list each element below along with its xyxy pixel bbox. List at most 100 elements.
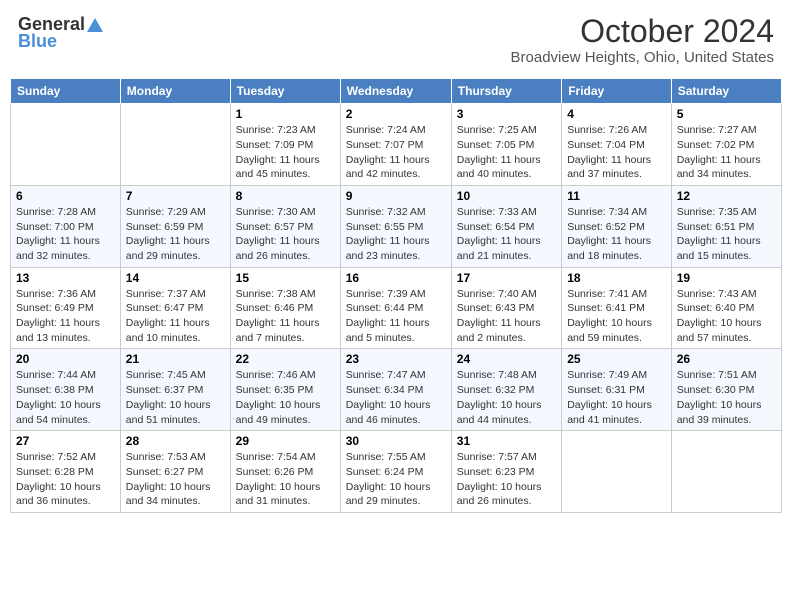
day-info: Sunrise: 7:25 AMSunset: 7:05 PMDaylight:… bbox=[457, 123, 556, 182]
col-saturday: Saturday bbox=[671, 79, 781, 104]
table-row bbox=[11, 104, 121, 186]
table-row: 12 Sunrise: 7:35 AMSunset: 6:51 PMDaylig… bbox=[671, 185, 781, 267]
day-info: Sunrise: 7:46 AMSunset: 6:35 PMDaylight:… bbox=[236, 368, 335, 427]
day-info: Sunrise: 7:48 AMSunset: 6:32 PMDaylight:… bbox=[457, 368, 556, 427]
table-row: 24 Sunrise: 7:48 AMSunset: 6:32 PMDaylig… bbox=[451, 349, 561, 431]
table-row: 7 Sunrise: 7:29 AMSunset: 6:59 PMDayligh… bbox=[120, 185, 230, 267]
day-number: 31 bbox=[457, 434, 556, 448]
day-info: Sunrise: 7:23 AMSunset: 7:09 PMDaylight:… bbox=[236, 123, 335, 182]
table-row: 19 Sunrise: 7:43 AMSunset: 6:40 PMDaylig… bbox=[671, 267, 781, 349]
table-row: 28 Sunrise: 7:53 AMSunset: 6:27 PMDaylig… bbox=[120, 431, 230, 513]
day-number: 1 bbox=[236, 107, 335, 121]
day-info: Sunrise: 7:34 AMSunset: 6:52 PMDaylight:… bbox=[567, 205, 666, 264]
table-row: 14 Sunrise: 7:37 AMSunset: 6:47 PMDaylig… bbox=[120, 267, 230, 349]
day-number: 24 bbox=[457, 352, 556, 366]
day-number: 23 bbox=[346, 352, 446, 366]
table-row bbox=[120, 104, 230, 186]
day-number: 28 bbox=[126, 434, 225, 448]
day-info: Sunrise: 7:47 AMSunset: 6:34 PMDaylight:… bbox=[346, 368, 446, 427]
day-number: 16 bbox=[346, 271, 446, 285]
table-row: 9 Sunrise: 7:32 AMSunset: 6:55 PMDayligh… bbox=[340, 185, 451, 267]
table-row: 13 Sunrise: 7:36 AMSunset: 6:49 PMDaylig… bbox=[11, 267, 121, 349]
table-row: 21 Sunrise: 7:45 AMSunset: 6:37 PMDaylig… bbox=[120, 349, 230, 431]
day-number: 27 bbox=[16, 434, 115, 448]
table-row: 5 Sunrise: 7:27 AMSunset: 7:02 PMDayligh… bbox=[671, 104, 781, 186]
day-number: 14 bbox=[126, 271, 225, 285]
day-number: 7 bbox=[126, 189, 225, 203]
table-row: 11 Sunrise: 7:34 AMSunset: 6:52 PMDaylig… bbox=[562, 185, 672, 267]
table-row: 17 Sunrise: 7:40 AMSunset: 6:43 PMDaylig… bbox=[451, 267, 561, 349]
day-number: 5 bbox=[677, 107, 776, 121]
day-number: 2 bbox=[346, 107, 446, 121]
logo: General Blue bbox=[18, 14, 103, 52]
day-info: Sunrise: 7:43 AMSunset: 6:40 PMDaylight:… bbox=[677, 287, 776, 346]
calendar-title-block: October 2024 Broadview Heights, Ohio, Un… bbox=[511, 14, 774, 66]
day-number: 19 bbox=[677, 271, 776, 285]
table-row: 4 Sunrise: 7:26 AMSunset: 7:04 PMDayligh… bbox=[562, 104, 672, 186]
day-info: Sunrise: 7:28 AMSunset: 7:00 PMDaylight:… bbox=[16, 205, 115, 264]
day-number: 13 bbox=[16, 271, 115, 285]
calendar-week-3: 13 Sunrise: 7:36 AMSunset: 6:49 PMDaylig… bbox=[11, 267, 782, 349]
day-info: Sunrise: 7:53 AMSunset: 6:27 PMDaylight:… bbox=[126, 450, 225, 509]
day-number: 26 bbox=[677, 352, 776, 366]
day-info: Sunrise: 7:26 AMSunset: 7:04 PMDaylight:… bbox=[567, 123, 666, 182]
table-row: 20 Sunrise: 7:44 AMSunset: 6:38 PMDaylig… bbox=[11, 349, 121, 431]
day-info: Sunrise: 7:44 AMSunset: 6:38 PMDaylight:… bbox=[16, 368, 115, 427]
day-number: 21 bbox=[126, 352, 225, 366]
day-info: Sunrise: 7:40 AMSunset: 6:43 PMDaylight:… bbox=[457, 287, 556, 346]
calendar-header-row: Sunday Monday Tuesday Wednesday Thursday… bbox=[11, 79, 782, 104]
day-number: 11 bbox=[567, 189, 666, 203]
table-row: 25 Sunrise: 7:49 AMSunset: 6:31 PMDaylig… bbox=[562, 349, 672, 431]
table-row: 1 Sunrise: 7:23 AMSunset: 7:09 PMDayligh… bbox=[230, 104, 340, 186]
col-sunday: Sunday bbox=[11, 79, 121, 104]
calendar-week-5: 27 Sunrise: 7:52 AMSunset: 6:28 PMDaylig… bbox=[11, 431, 782, 513]
calendar-location: Broadview Heights, Ohio, United States bbox=[511, 49, 774, 66]
table-row: 27 Sunrise: 7:52 AMSunset: 6:28 PMDaylig… bbox=[11, 431, 121, 513]
day-number: 29 bbox=[236, 434, 335, 448]
table-row: 23 Sunrise: 7:47 AMSunset: 6:34 PMDaylig… bbox=[340, 349, 451, 431]
table-row: 3 Sunrise: 7:25 AMSunset: 7:05 PMDayligh… bbox=[451, 104, 561, 186]
col-monday: Monday bbox=[120, 79, 230, 104]
table-row: 30 Sunrise: 7:55 AMSunset: 6:24 PMDaylig… bbox=[340, 431, 451, 513]
day-number: 30 bbox=[346, 434, 446, 448]
calendar-month-year: October 2024 bbox=[511, 14, 774, 49]
col-tuesday: Tuesday bbox=[230, 79, 340, 104]
calendar-week-4: 20 Sunrise: 7:44 AMSunset: 6:38 PMDaylig… bbox=[11, 349, 782, 431]
calendar-table: Sunday Monday Tuesday Wednesday Thursday… bbox=[10, 78, 782, 513]
day-info: Sunrise: 7:38 AMSunset: 6:46 PMDaylight:… bbox=[236, 287, 335, 346]
logo-text-blue: Blue bbox=[18, 31, 57, 52]
day-number: 6 bbox=[16, 189, 115, 203]
table-row: 2 Sunrise: 7:24 AMSunset: 7:07 PMDayligh… bbox=[340, 104, 451, 186]
day-info: Sunrise: 7:30 AMSunset: 6:57 PMDaylight:… bbox=[236, 205, 335, 264]
day-info: Sunrise: 7:54 AMSunset: 6:26 PMDaylight:… bbox=[236, 450, 335, 509]
day-number: 17 bbox=[457, 271, 556, 285]
logo-arrow-icon bbox=[85, 16, 103, 34]
table-row: 22 Sunrise: 7:46 AMSunset: 6:35 PMDaylig… bbox=[230, 349, 340, 431]
col-friday: Friday bbox=[562, 79, 672, 104]
table-row bbox=[671, 431, 781, 513]
page-header: General Blue October 2024 Broadview Heig… bbox=[10, 10, 782, 70]
day-number: 4 bbox=[567, 107, 666, 121]
day-number: 20 bbox=[16, 352, 115, 366]
day-info: Sunrise: 7:49 AMSunset: 6:31 PMDaylight:… bbox=[567, 368, 666, 427]
day-number: 3 bbox=[457, 107, 556, 121]
table-row: 15 Sunrise: 7:38 AMSunset: 6:46 PMDaylig… bbox=[230, 267, 340, 349]
day-info: Sunrise: 7:29 AMSunset: 6:59 PMDaylight:… bbox=[126, 205, 225, 264]
day-info: Sunrise: 7:33 AMSunset: 6:54 PMDaylight:… bbox=[457, 205, 556, 264]
day-number: 15 bbox=[236, 271, 335, 285]
day-number: 25 bbox=[567, 352, 666, 366]
table-row: 29 Sunrise: 7:54 AMSunset: 6:26 PMDaylig… bbox=[230, 431, 340, 513]
table-row: 6 Sunrise: 7:28 AMSunset: 7:00 PMDayligh… bbox=[11, 185, 121, 267]
col-thursday: Thursday bbox=[451, 79, 561, 104]
table-row: 8 Sunrise: 7:30 AMSunset: 6:57 PMDayligh… bbox=[230, 185, 340, 267]
table-row bbox=[562, 431, 672, 513]
day-number: 8 bbox=[236, 189, 335, 203]
table-row: 16 Sunrise: 7:39 AMSunset: 6:44 PMDaylig… bbox=[340, 267, 451, 349]
day-info: Sunrise: 7:55 AMSunset: 6:24 PMDaylight:… bbox=[346, 450, 446, 509]
day-info: Sunrise: 7:24 AMSunset: 7:07 PMDaylight:… bbox=[346, 123, 446, 182]
day-info: Sunrise: 7:52 AMSunset: 6:28 PMDaylight:… bbox=[16, 450, 115, 509]
table-row: 26 Sunrise: 7:51 AMSunset: 6:30 PMDaylig… bbox=[671, 349, 781, 431]
day-info: Sunrise: 7:41 AMSunset: 6:41 PMDaylight:… bbox=[567, 287, 666, 346]
calendar-week-1: 1 Sunrise: 7:23 AMSunset: 7:09 PMDayligh… bbox=[11, 104, 782, 186]
day-info: Sunrise: 7:57 AMSunset: 6:23 PMDaylight:… bbox=[457, 450, 556, 509]
